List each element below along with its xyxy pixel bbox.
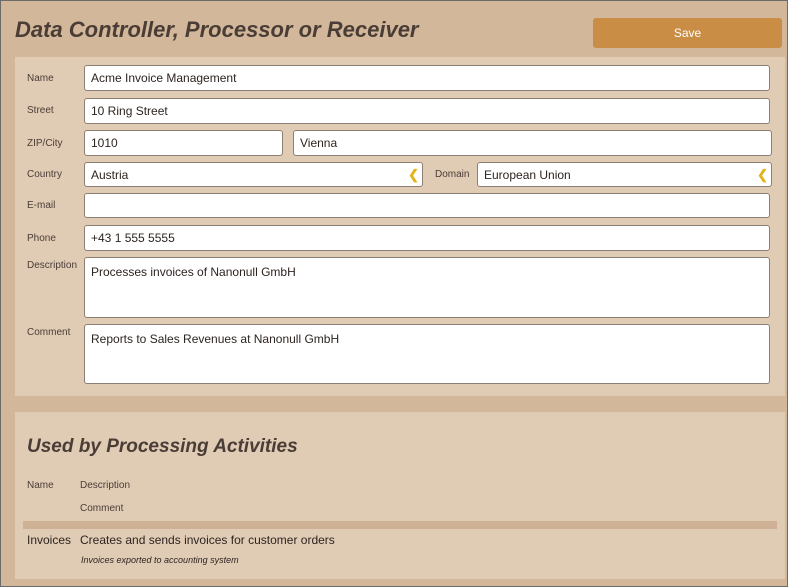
zipcity-label: ZIP/City (27, 138, 63, 149)
comment-label: Comment (27, 327, 71, 338)
column-header-description: Description (80, 480, 131, 491)
column-header-name: Name (27, 480, 54, 491)
save-button[interactable]: Save (593, 18, 782, 48)
window-frame: Data Controller, Processor or Receiver S… (0, 0, 788, 587)
phone-label: Phone (27, 233, 56, 244)
page-title: Data Controller, Processor or Receiver (15, 17, 419, 42)
row-name[interactable]: Invoices (27, 533, 71, 547)
domain-select[interactable]: European Union ❮ (477, 162, 772, 187)
city-input[interactable]: Vienna (293, 130, 772, 156)
country-value: Austria (91, 167, 129, 182)
street-input[interactable]: 10 Ring Street (84, 98, 770, 124)
activities-title: Used by Processing Activities (27, 436, 298, 457)
domain-label: Domain (435, 169, 470, 180)
country-label: Country (27, 169, 63, 180)
activities-panel: Used by Processing Activities Name Descr… (15, 412, 785, 579)
country-select[interactable]: Austria ❮ (84, 162, 423, 187)
zip-input[interactable]: 1010 (84, 130, 283, 156)
name-label: Name (27, 73, 54, 84)
name-input[interactable]: Acme Invoice Management (84, 65, 770, 91)
header-separator (23, 521, 777, 529)
email-input[interactable] (84, 193, 770, 218)
form-panel: Name Acme Invoice Management Street 10 R… (15, 57, 785, 396)
phone-input[interactable]: +43 1 555 5555 (84, 225, 770, 251)
row-description: Creates and sends invoices for customer … (80, 533, 335, 547)
description-textarea[interactable]: Processes invoices of Nanonull GmbH (84, 257, 770, 318)
domain-value: European Union (484, 167, 571, 182)
description-label: Description (27, 260, 78, 271)
comment-textarea[interactable]: Reports to Sales Revenues at Nanonull Gm… (84, 324, 770, 384)
row-comment: Invoices exported to accounting system (81, 555, 239, 565)
dropdown-arrow-icon[interactable]: ❮ (408, 167, 419, 183)
column-header-comment: Comment (80, 503, 124, 514)
street-label: Street (27, 105, 54, 116)
email-label: E-mail (27, 200, 56, 211)
dropdown-arrow-icon[interactable]: ❮ (757, 167, 768, 183)
